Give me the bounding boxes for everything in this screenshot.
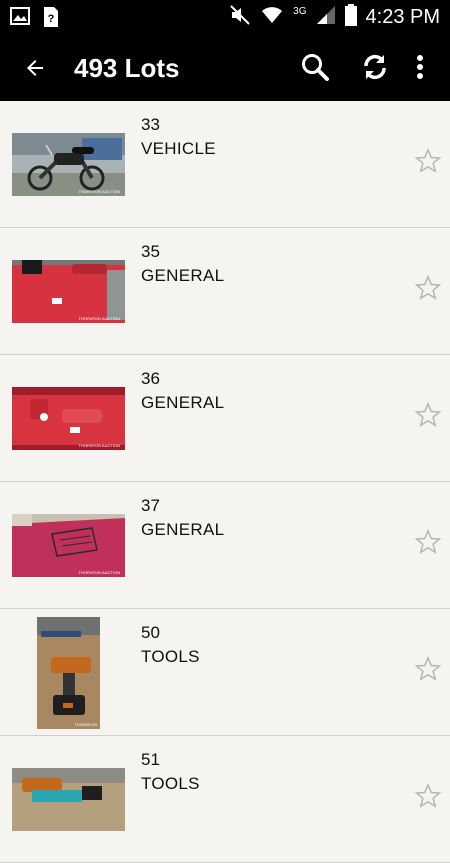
gallery-notification-icon	[10, 6, 30, 33]
lot-number: 35	[141, 242, 160, 261]
lot-number: 50	[141, 623, 160, 642]
svg-text:?: ?	[48, 13, 55, 25]
lot-number: 37	[141, 496, 160, 515]
svg-text:THORNTON AUCTION: THORNTON AUCTION	[79, 189, 121, 194]
refresh-icon	[364, 54, 386, 80]
lot-thumbnail: THORNTON	[37, 617, 100, 729]
lot-number: 51	[141, 750, 160, 769]
favorite-star-icon[interactable]	[414, 782, 442, 810]
search-button[interactable]	[295, 47, 335, 87]
search-icon	[302, 54, 329, 81]
favorite-star-icon[interactable]	[414, 401, 442, 429]
lot-thumbnail: THORNTON AUCTION	[12, 260, 125, 323]
lot-category: GENERAL	[141, 266, 225, 285]
svg-text:THORNTON: THORNTON	[74, 722, 97, 727]
page-title: 493 Lots	[74, 53, 180, 83]
favorite-star-icon[interactable]	[414, 655, 442, 683]
lot-category: TOOLS	[141, 647, 200, 666]
lot-thumbnail: THORNTON AUCTION	[12, 387, 125, 450]
lot-thumbnail: THORNTON AUCTION	[12, 514, 125, 577]
refresh-button[interactable]	[355, 47, 395, 87]
favorite-star-icon[interactable]	[414, 528, 442, 556]
lot-row[interactable]: THORNTON AUCTION 33 VEHICLE	[0, 101, 450, 228]
lot-row[interactable]: THORNTON 50 TOOLS	[0, 609, 450, 736]
lot-category: VEHICLE	[141, 139, 216, 158]
lot-list[interactable]: THORNTON AUCTION 33 VEHICLE THORNTON AUC…	[0, 101, 450, 863]
lot-thumbnail: THORNTON AUCTION	[12, 133, 125, 196]
svg-text:THORNTON AUCTION: THORNTON AUCTION	[79, 316, 121, 321]
lot-row[interactable]: THORNTON AUCTION 37 GENERAL	[0, 482, 450, 609]
lot-number: 33	[141, 115, 160, 134]
lot-number: 36	[141, 369, 160, 388]
app-bar: 493 Lots	[0, 34, 450, 101]
lot-row[interactable]: THORNTON AUCTION 36 GENERAL	[0, 355, 450, 482]
network-type-label: 3G	[293, 6, 307, 17]
signal-icon	[316, 5, 336, 30]
back-button[interactable]	[14, 47, 56, 89]
lot-category: GENERAL	[141, 393, 225, 412]
lot-category: GENERAL	[141, 520, 225, 539]
lot-row[interactable]: THORNTON AUCTION 35 GENERAL	[0, 228, 450, 355]
favorite-star-icon[interactable]	[414, 274, 442, 302]
arrow-back-icon	[27, 60, 43, 76]
mute-icon	[229, 4, 251, 31]
more-vert-icon	[417, 55, 423, 79]
favorite-star-icon[interactable]	[414, 147, 442, 175]
overflow-menu-button[interactable]	[405, 47, 435, 87]
svg-text:THORNTON AUCTION: THORNTON AUCTION	[79, 443, 121, 448]
unknown-notification-icon: ?	[42, 6, 60, 33]
wifi-icon	[260, 5, 284, 30]
svg-text:THORNTON AUCTION: THORNTON AUCTION	[79, 570, 121, 575]
status-time: 4:23 PM	[365, 6, 440, 28]
status-bar: ? 3G 4:23 PM	[0, 0, 450, 34]
battery-icon	[344, 4, 357, 31]
lot-category: TOOLS	[141, 774, 200, 793]
